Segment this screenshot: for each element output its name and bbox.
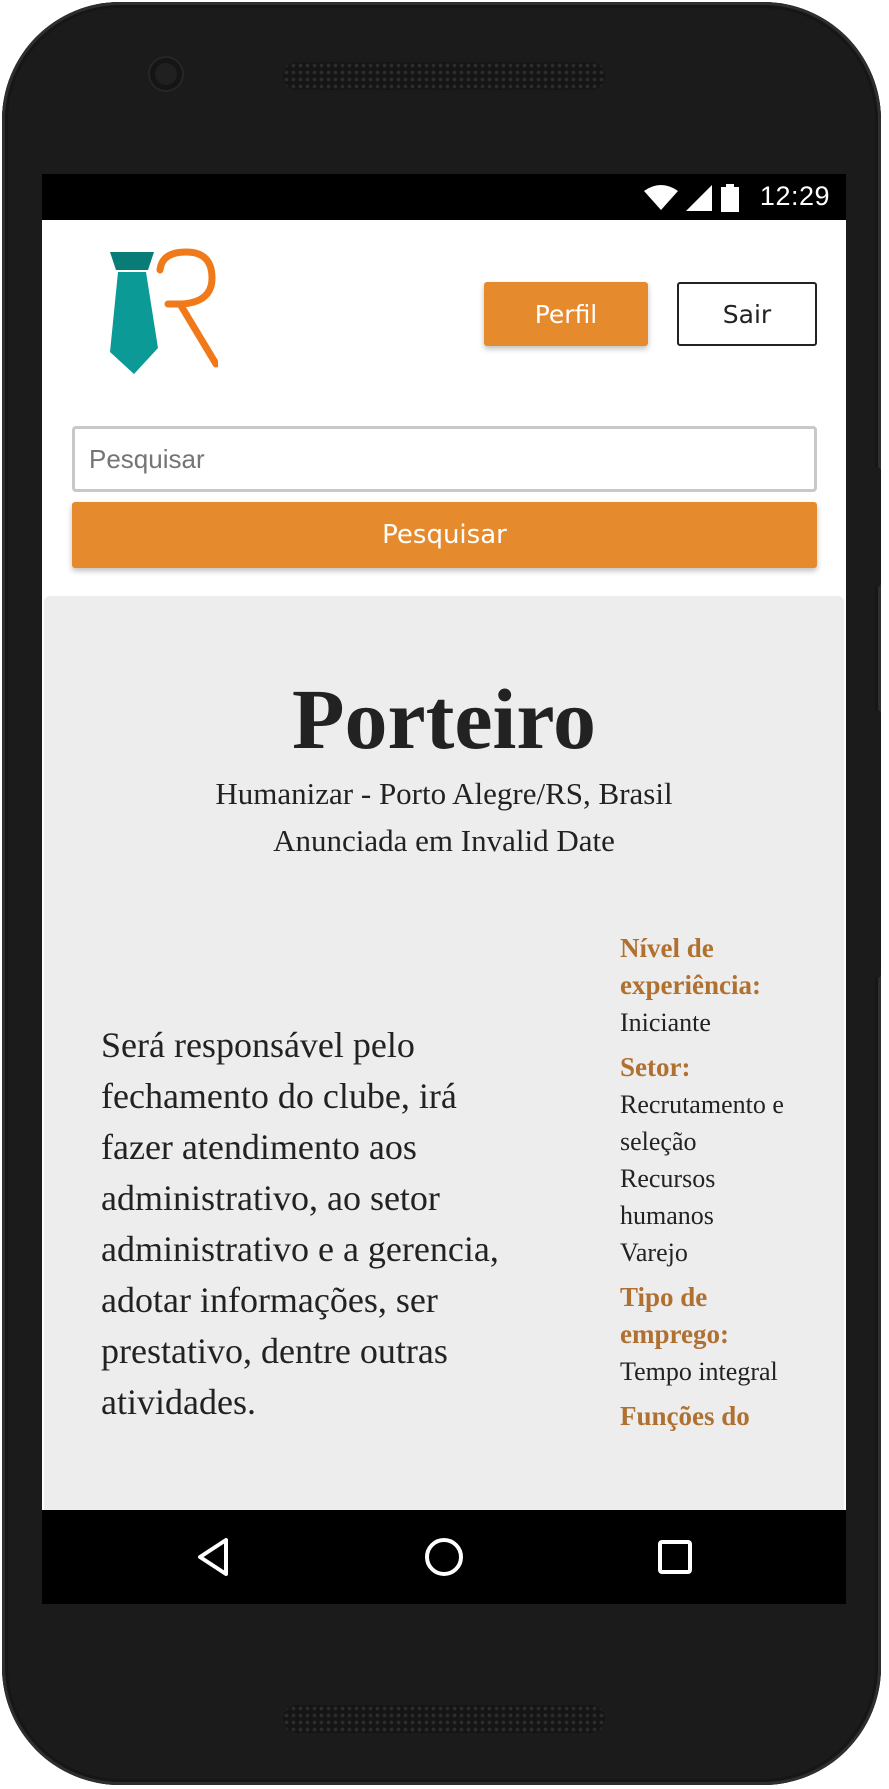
android-nav-bar (42, 1510, 846, 1604)
status-bar: 12:29 (42, 174, 846, 220)
detail-value-experience: Iniciante (620, 1008, 711, 1037)
back-icon[interactable] (192, 1534, 238, 1580)
detail-value-sector: Recrutamento e seleção (620, 1090, 784, 1156)
job-card: Porteiro Humanizar - Porto Alegre/RS, Br… (44, 596, 844, 1604)
recents-icon[interactable] (652, 1534, 698, 1580)
volume-button (873, 467, 881, 587)
bottom-speaker (283, 1705, 605, 1733)
job-title: Porteiro (291, 671, 597, 767)
app-header: Perfil Sair (42, 220, 846, 374)
profile-button[interactable]: Perfil (484, 282, 648, 346)
detail-value-employment-type: Tempo integral (620, 1357, 778, 1386)
job-posted-date: Anunciada em Invalid Date (273, 823, 615, 858)
battery-icon (721, 184, 739, 212)
screen: 12:29 Perfil Sair Pesquisar Porteiro Hum… (42, 174, 846, 1604)
detail-label-employment-type: Tipo de emprego: (620, 1282, 729, 1349)
status-icons (644, 184, 740, 212)
job-description: Será responsável pelo fechamento do club… (101, 1025, 499, 1422)
top-speaker (283, 62, 605, 90)
logout-button[interactable]: Sair (677, 282, 817, 346)
home-icon[interactable] (421, 1534, 467, 1580)
detail-label-experience: Nível de experiência: (620, 933, 761, 1000)
job-details: Nível de experiência: Iniciante Setor: R… (620, 930, 810, 1435)
phone-frame: 12:29 Perfil Sair Pesquisar Porteiro Hum… (2, 2, 881, 1785)
power-button (873, 710, 881, 978)
detail-label-sector: Setor: (620, 1052, 691, 1082)
detail-label-functions: Funções do (620, 1401, 750, 1431)
search-button[interactable]: Pesquisar (72, 502, 817, 568)
status-time: 12:29 (759, 181, 830, 211)
detail-value-sector: Varejo (620, 1238, 688, 1267)
signal-icon (686, 185, 712, 211)
detail-value-sector: Recursos humanos (620, 1164, 716, 1230)
front-camera (150, 58, 182, 90)
job-company-location: Humanizar - Porto Alegre/RS, Brasil (215, 776, 673, 811)
search-input[interactable] (72, 426, 817, 492)
tie-r-logo[interactable] (108, 248, 218, 378)
wifi-icon (644, 185, 678, 210)
